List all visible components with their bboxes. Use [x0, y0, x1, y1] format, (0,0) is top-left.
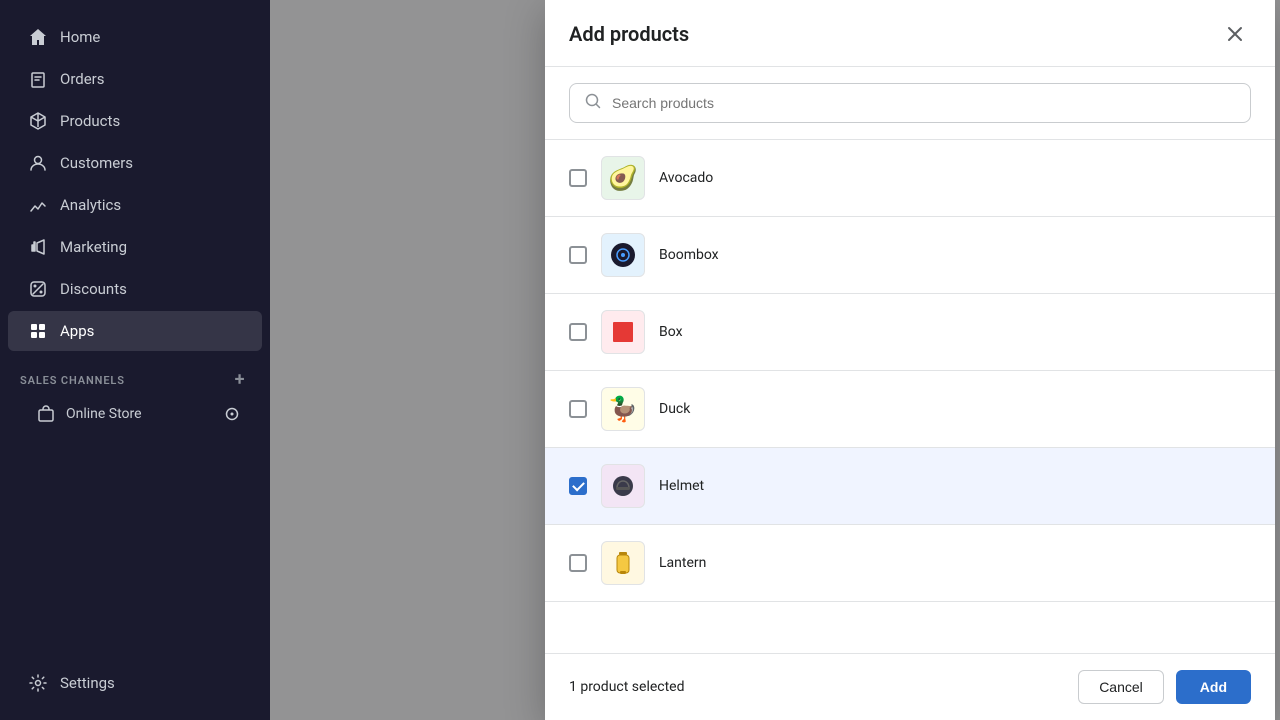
- product-checkbox-boombox[interactable]: [569, 246, 587, 264]
- sidebar-label-customers: Customers: [60, 154, 133, 172]
- product-item-avocado[interactable]: 🥑 Avocado: [545, 140, 1275, 217]
- settings-icon: [28, 673, 48, 693]
- apps-icon: [28, 321, 48, 341]
- product-list: 🥑 Avocado Boombox Box: [545, 140, 1275, 653]
- product-name-avocado: Avocado: [659, 170, 713, 186]
- sidebar-item-customers[interactable]: Customers: [8, 143, 262, 183]
- online-store-settings-icon[interactable]: [222, 404, 242, 424]
- sidebar-item-analytics[interactable]: Analytics: [8, 185, 262, 225]
- product-item-lantern[interactable]: Lantern: [545, 525, 1275, 602]
- sidebar-label-settings: Settings: [60, 674, 115, 692]
- add-sales-channel-button[interactable]: +: [230, 370, 250, 390]
- search-icon: [584, 92, 602, 114]
- cancel-button[interactable]: Cancel: [1078, 670, 1164, 704]
- selected-count-text: 1 product selected: [569, 679, 685, 695]
- product-checkbox-helmet[interactable]: [569, 477, 587, 495]
- product-checkbox-duck[interactable]: [569, 400, 587, 418]
- customers-icon: [28, 153, 48, 173]
- sidebar-label-home: Home: [60, 28, 100, 46]
- main-content: by VNTANA lease make sure it has been nv…: [270, 0, 1280, 720]
- search-box: [569, 83, 1251, 123]
- sidebar-label-products: Products: [60, 112, 120, 130]
- sidebar-item-settings[interactable]: Settings: [8, 663, 262, 703]
- search-section: [545, 67, 1275, 140]
- search-input[interactable]: [612, 95, 1236, 111]
- close-icon: [1225, 24, 1245, 44]
- product-item-box[interactable]: Box: [545, 294, 1275, 371]
- online-store-icon: [36, 404, 56, 424]
- home-icon: [28, 27, 48, 47]
- modal-header: Add products: [545, 0, 1275, 67]
- product-thumbnail-avocado: 🥑: [601, 156, 645, 200]
- product-name-duck: Duck: [659, 401, 690, 417]
- product-thumbnail-boombox: [601, 233, 645, 277]
- product-name-box: Box: [659, 324, 683, 340]
- discounts-icon: [28, 279, 48, 299]
- sidebar-item-apps[interactable]: Apps: [8, 311, 262, 351]
- sidebar-label-marketing: Marketing: [60, 238, 127, 256]
- sidebar-label-apps: Apps: [60, 322, 94, 340]
- footer-buttons: Cancel Add: [1078, 670, 1251, 704]
- analytics-icon: [28, 195, 48, 215]
- sidebar-label-analytics: Analytics: [60, 196, 121, 214]
- orders-icon: [28, 69, 48, 89]
- product-name-helmet: Helmet: [659, 478, 704, 494]
- product-checkbox-lantern[interactable]: [569, 554, 587, 572]
- sidebar-label-orders: Orders: [60, 70, 105, 88]
- product-item-duck[interactable]: 🦆 Duck: [545, 371, 1275, 448]
- add-products-modal: Add products 🥑 Avocado: [545, 0, 1275, 720]
- sidebar-item-home[interactable]: Home: [8, 17, 262, 57]
- product-thumbnail-box: [601, 310, 645, 354]
- product-thumbnail-duck: 🦆: [601, 387, 645, 431]
- product-thumbnail-helmet: [601, 464, 645, 508]
- product-name-boombox: Boombox: [659, 247, 719, 263]
- product-thumbnail-lantern: [601, 541, 645, 585]
- sidebar-item-discounts[interactable]: Discounts: [8, 269, 262, 309]
- add-button[interactable]: Add: [1176, 670, 1251, 704]
- sidebar-item-products[interactable]: Products: [8, 101, 262, 141]
- product-item-boombox[interactable]: Boombox: [545, 217, 1275, 294]
- sidebar-item-marketing[interactable]: Marketing: [8, 227, 262, 267]
- marketing-icon: [28, 237, 48, 257]
- product-item-helmet[interactable]: Helmet: [545, 448, 1275, 525]
- modal-title: Add products: [569, 22, 689, 46]
- sidebar-label-discounts: Discounts: [60, 280, 127, 298]
- sidebar-item-orders[interactable]: Orders: [8, 59, 262, 99]
- product-name-lantern: Lantern: [659, 555, 706, 571]
- modal-footer: 1 product selected Cancel Add: [545, 653, 1275, 720]
- sidebar: Home Orders Products Customers Analytics…: [0, 0, 270, 720]
- sales-channels-header: SALES CHANNELS +: [0, 360, 270, 394]
- online-store-label: Online Store: [66, 406, 142, 422]
- modal-close-button[interactable]: [1219, 18, 1251, 50]
- sidebar-item-online-store[interactable]: Online Store: [8, 395, 262, 433]
- product-checkbox-box[interactable]: [569, 323, 587, 341]
- products-icon: [28, 111, 48, 131]
- product-checkbox-avocado[interactable]: [569, 169, 587, 187]
